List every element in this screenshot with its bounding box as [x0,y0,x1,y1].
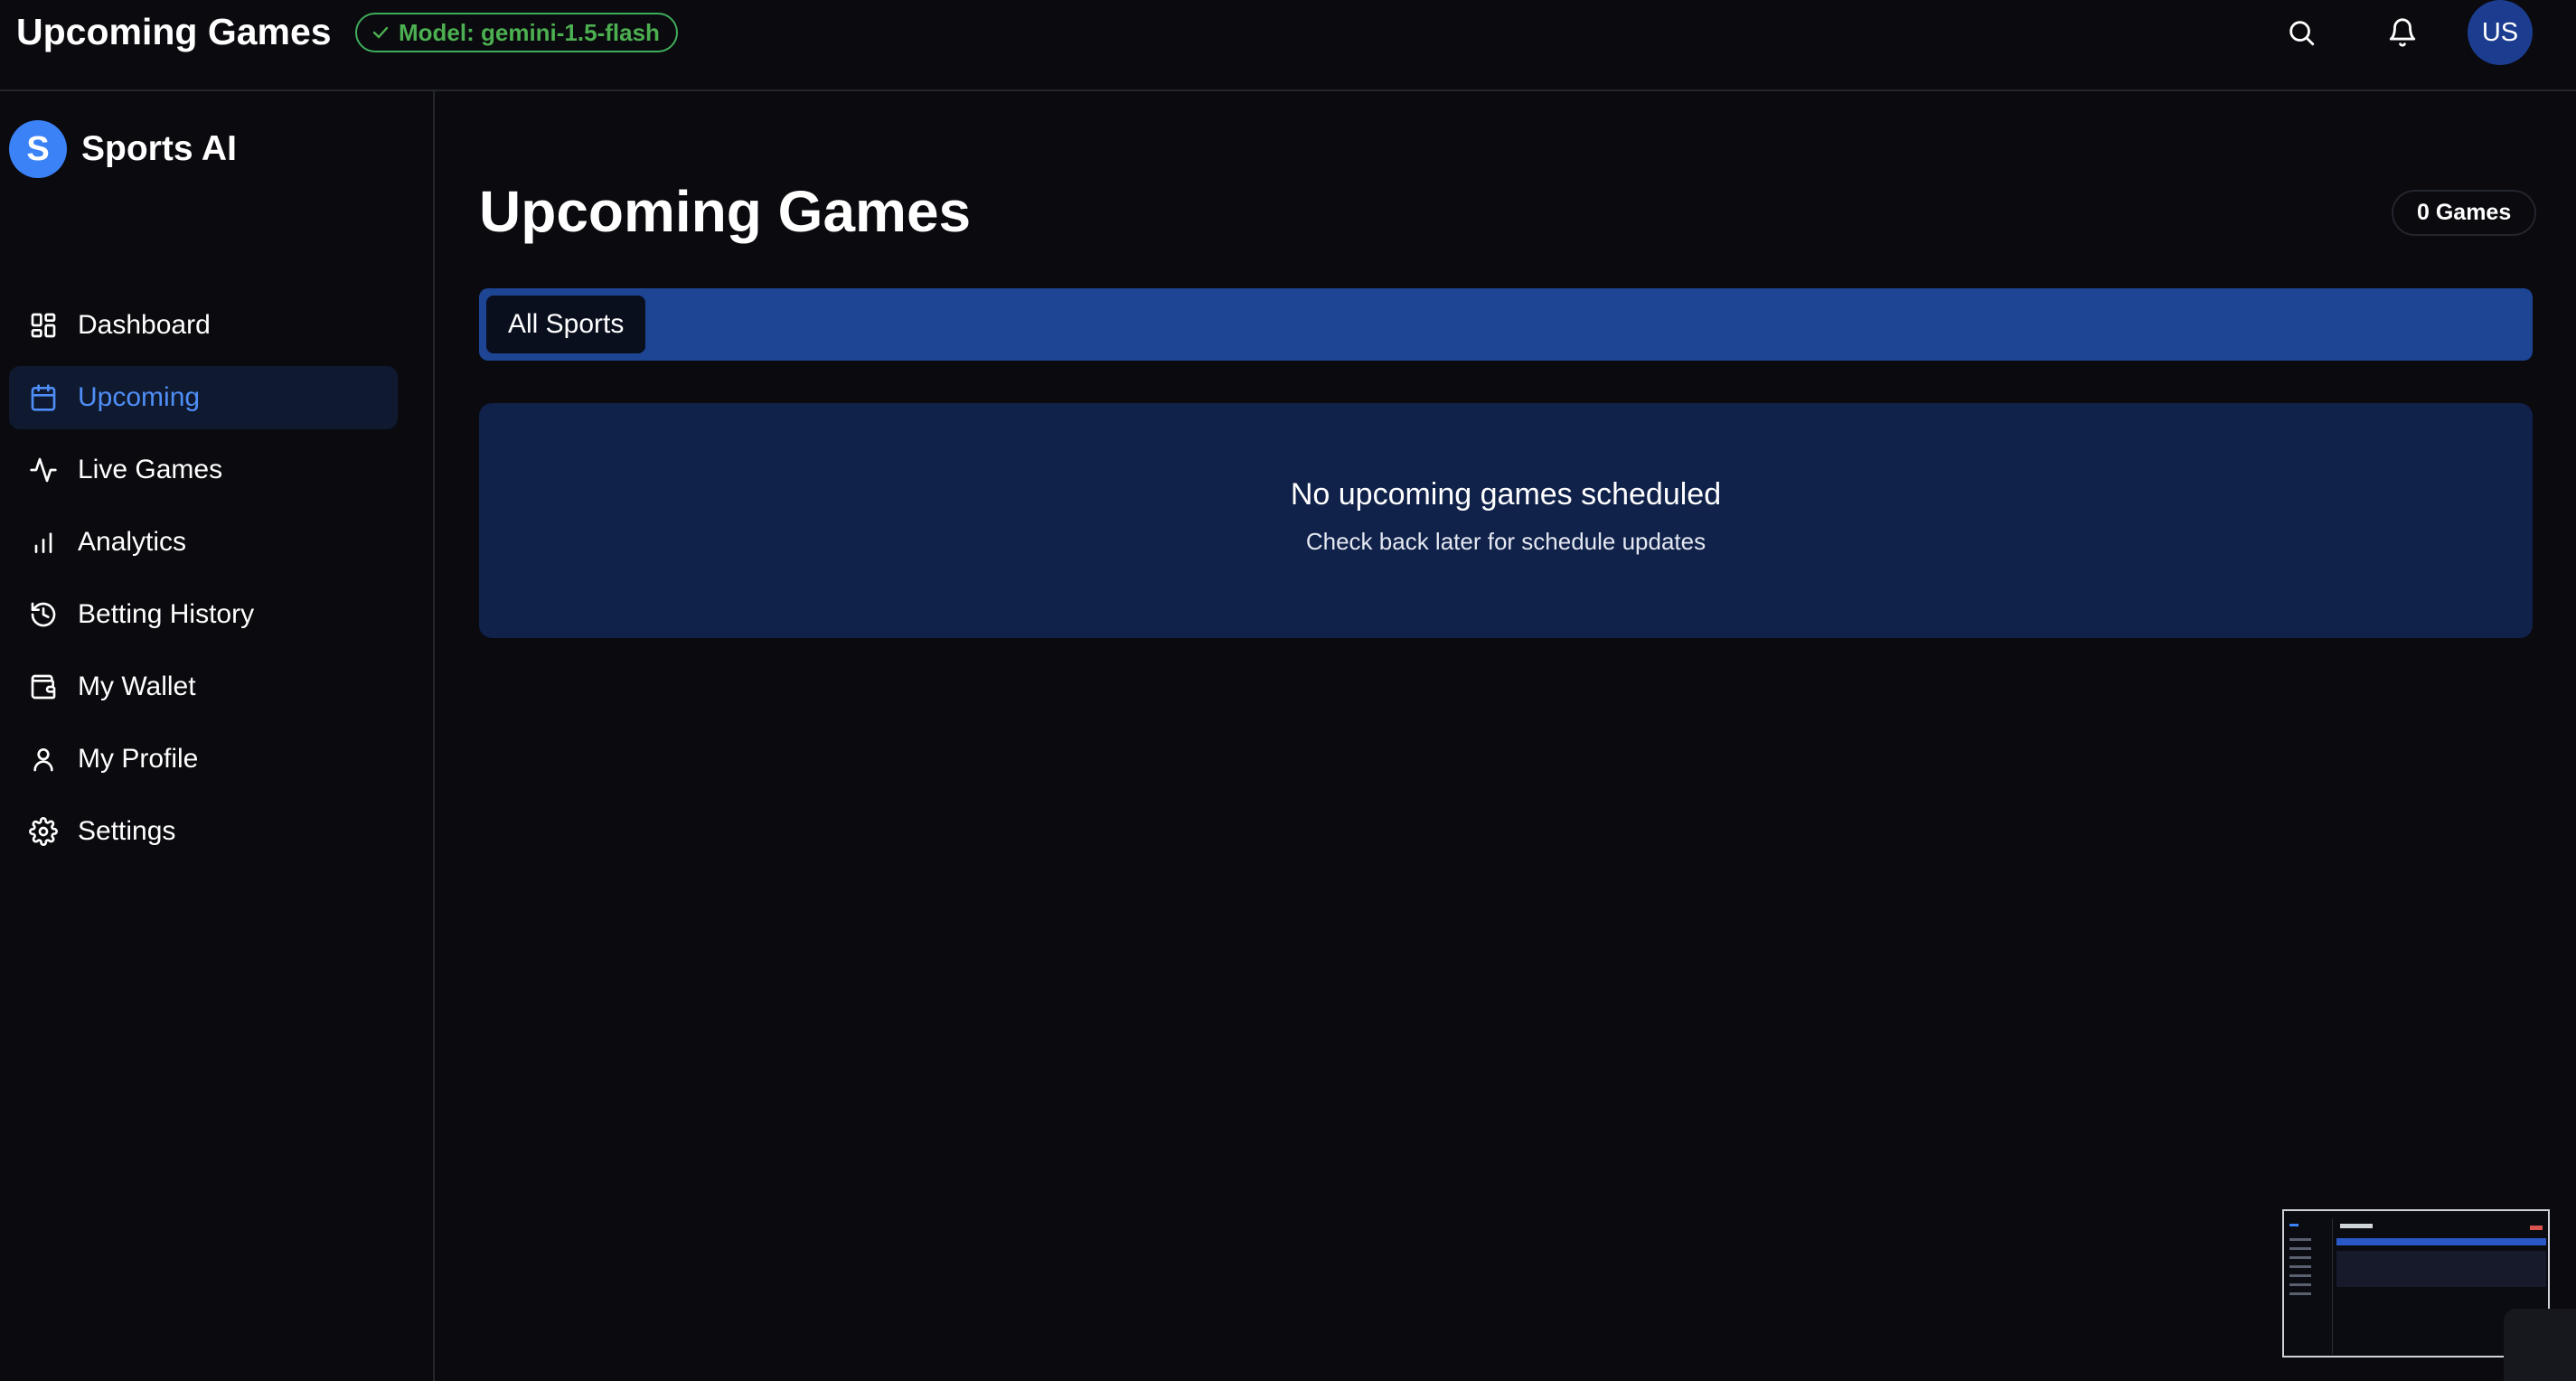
thumbnail-line [2289,1238,2311,1241]
thumbnail-line [2289,1247,2311,1250]
thumbnail-line [2289,1256,2311,1259]
search-icon [2289,21,2315,46]
notifications-button[interactable] [2384,14,2421,51]
sidebar-nav: Dashboard Upcoming Live Games Analytics … [9,294,398,872]
sidebar-item-label: Settings [78,816,176,846]
sidebar-item-label: Dashboard [78,310,211,340]
sidebar-item-label: My Profile [78,744,199,774]
sidebar: S Sports AI Dashboard Upcoming Live Game… [0,91,435,1381]
user-icon [33,748,53,772]
sidebar-item-my-wallet[interactable]: My Wallet [9,655,398,719]
brand[interactable]: S Sports AI [9,120,237,178]
thumbnail-line [2289,1274,2311,1277]
sidebar-item-label: Betting History [78,599,255,629]
sidebar-item-label: Live Games [78,455,223,484]
empty-state-card: No upcoming games scheduled Check back l… [479,403,2533,638]
corner-widget[interactable] [2504,1309,2576,1381]
sidebar-item-live-games[interactable]: Live Games [9,438,398,502]
thumbnail-badge [2530,1226,2543,1230]
thumbnail-line [2289,1292,2311,1295]
activity-icon [30,457,57,483]
model-badge: Model: gemini-1.5-flash [355,13,678,52]
thumbnail-filter-bar [2336,1238,2546,1245]
tab-all-sports[interactable]: All Sports [486,296,646,353]
empty-state-subtitle: Check back later for schedule updates [1305,528,1706,555]
sidebar-item-settings[interactable]: Settings [9,800,398,863]
calendar-icon [31,384,56,411]
thumbnail-line [2289,1224,2299,1226]
games-count-badge: 0 Games [2392,190,2537,236]
thumbnail-title [2340,1224,2373,1228]
bar-chart-icon [34,532,52,553]
page-title: Upcoming Games [479,179,972,244]
thumbnail-card [2336,1251,2546,1287]
thumbnail-line [2289,1283,2311,1286]
header-title: Upcoming Games [16,11,332,52]
thumbnail-line [2289,1265,2311,1268]
gear-icon [29,817,58,846]
sidebar-item-upcoming[interactable]: Upcoming [9,366,398,429]
bell-icon [2389,18,2416,47]
brand-name: Sports AI [81,129,237,168]
avatar[interactable]: US [2468,0,2533,65]
check-icon [372,26,389,39]
app-window: Upcoming Games Model: gemini-1.5-flash U… [0,0,2576,1381]
model-badge-label: Model: gemini-1.5-flash [399,18,660,46]
brand-logo: S [9,120,67,178]
sidebar-item-label: Analytics [78,527,187,557]
sidebar-item-analytics[interactable]: Analytics [9,511,398,574]
search-button[interactable] [2283,14,2319,51]
wallet-icon [31,674,56,700]
empty-state-title: No upcoming games scheduled [1290,477,1722,512]
sidebar-item-label: Upcoming [78,382,201,412]
history-icon [31,602,56,627]
top-bar: Upcoming Games Model: gemini-1.5-flash U… [0,0,2576,91]
grid-icon [31,313,56,338]
sidebar-item-betting-history[interactable]: Betting History [9,583,398,646]
sidebar-item-dashboard[interactable]: Dashboard [9,294,398,357]
sidebar-item-label: My Wallet [78,672,196,701]
sport-filter-tabs: All Sports [479,288,2533,361]
sidebar-item-my-profile[interactable]: My Profile [9,728,398,791]
thumbnail-sidebar [2286,1218,2333,1354]
